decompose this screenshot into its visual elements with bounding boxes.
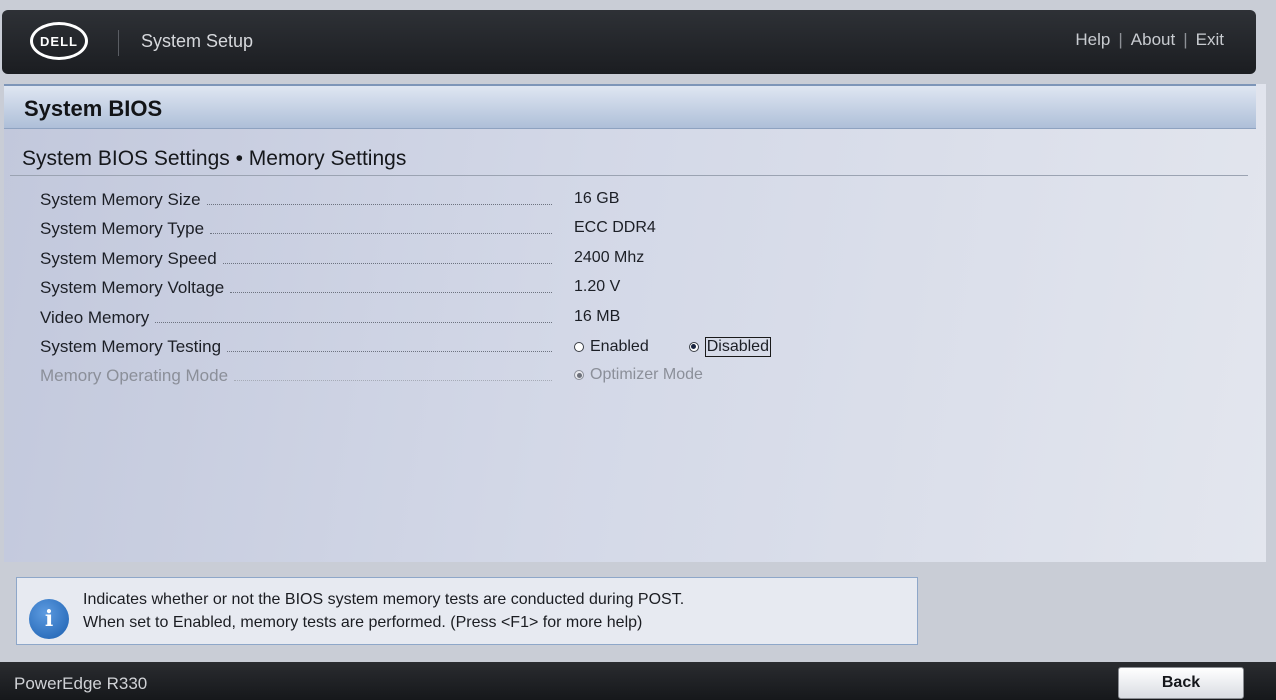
settings-panel: System BIOS System BIOS Settings • Memor… bbox=[4, 84, 1266, 562]
settings-list: System Memory Size 16 GB System Memory T… bbox=[4, 188, 1254, 394]
link-separator: | bbox=[1183, 30, 1188, 49]
radio-unchecked-icon bbox=[574, 341, 584, 352]
app-title: System Setup bbox=[141, 31, 254, 51]
radio-label: Enabled bbox=[590, 337, 649, 355]
leader-dots bbox=[234, 380, 552, 382]
link-separator: | bbox=[1118, 30, 1123, 49]
setting-row-memory-operating-mode: Memory Operating Mode Optimizer Mode bbox=[4, 364, 1254, 393]
panel-title: System BIOS bbox=[24, 96, 163, 121]
exit-link[interactable]: Exit bbox=[1196, 30, 1224, 50]
leader-dots bbox=[227, 350, 552, 352]
setting-label: System Memory Type bbox=[40, 219, 205, 239]
setting-value: ECC DDR4 bbox=[574, 219, 656, 237]
divider bbox=[10, 175, 1248, 176]
about-link[interactable]: About bbox=[1131, 30, 1175, 50]
setting-row-video-memory: Video Memory 16 MB bbox=[4, 306, 1254, 335]
header-divider bbox=[118, 30, 119, 56]
leader-dots bbox=[210, 233, 552, 235]
help-line-2: When set to Enabled, memory tests are pe… bbox=[83, 614, 643, 631]
setting-row-memory-speed: System Memory Speed 2400 Mhz bbox=[4, 247, 1254, 276]
setting-row-memory-size: System Memory Size 16 GB bbox=[4, 188, 1254, 217]
radio-enabled[interactable]: Enabled bbox=[574, 338, 649, 356]
radio-disabled[interactable]: Disabled bbox=[688, 336, 771, 357]
help-box: i Indicates whether or not the BIOS syst… bbox=[16, 577, 918, 645]
setting-row-memory-type: System Memory Type ECC DDR4 bbox=[4, 217, 1254, 246]
dell-logo: DELL bbox=[30, 22, 88, 60]
breadcrumb: System BIOS Settings • Memory Settings bbox=[22, 147, 407, 170]
radio-checked-icon bbox=[574, 370, 584, 381]
help-link[interactable]: Help bbox=[1075, 30, 1110, 50]
radio-label-focused: Disabled bbox=[704, 336, 771, 357]
leader-dots bbox=[155, 321, 552, 323]
setting-label: System Memory Testing bbox=[40, 336, 222, 356]
panel-header: System BIOS bbox=[4, 84, 1256, 129]
top-bar: DELL System Setup Help | About | Exit bbox=[2, 10, 1256, 74]
leader-dots bbox=[222, 262, 552, 264]
bottom-bar: PowerEdge R330 Back bbox=[0, 662, 1276, 700]
model-name: PowerEdge R330 bbox=[14, 674, 148, 693]
setting-row-memory-testing: System Memory Testing Enabled Disabled bbox=[4, 335, 1254, 364]
leader-dots bbox=[230, 292, 552, 294]
back-button[interactable]: Back bbox=[1118, 667, 1244, 699]
header-links: Help | About | Exit bbox=[1075, 30, 1224, 50]
setting-label: Memory Operating Mode bbox=[40, 366, 229, 386]
setting-value: 16 GB bbox=[574, 190, 620, 207]
setting-label: System Memory Speed bbox=[40, 248, 217, 268]
setting-value: 2400 Mhz bbox=[574, 248, 645, 266]
radio-checked-icon bbox=[688, 341, 699, 352]
setting-label: System Memory Voltage bbox=[40, 278, 225, 298]
setting-row-memory-voltage: System Memory Voltage 1.20 V bbox=[4, 276, 1254, 305]
help-line-1: Indicates whether or not the BIOS system… bbox=[83, 591, 685, 608]
radio-label: Optimizer Mode bbox=[590, 366, 703, 384]
radio-optimizer-mode: Optimizer Mode bbox=[574, 366, 703, 384]
setting-label: System Memory Size bbox=[40, 190, 201, 209]
help-text: Indicates whether or not the BIOS system… bbox=[83, 588, 684, 634]
info-icon: i bbox=[29, 599, 69, 639]
setting-value: 1.20 V bbox=[574, 278, 621, 296]
setting-label: Video Memory bbox=[40, 307, 150, 327]
setting-value: 16 MB bbox=[574, 307, 621, 325]
leader-dots bbox=[206, 204, 552, 205]
